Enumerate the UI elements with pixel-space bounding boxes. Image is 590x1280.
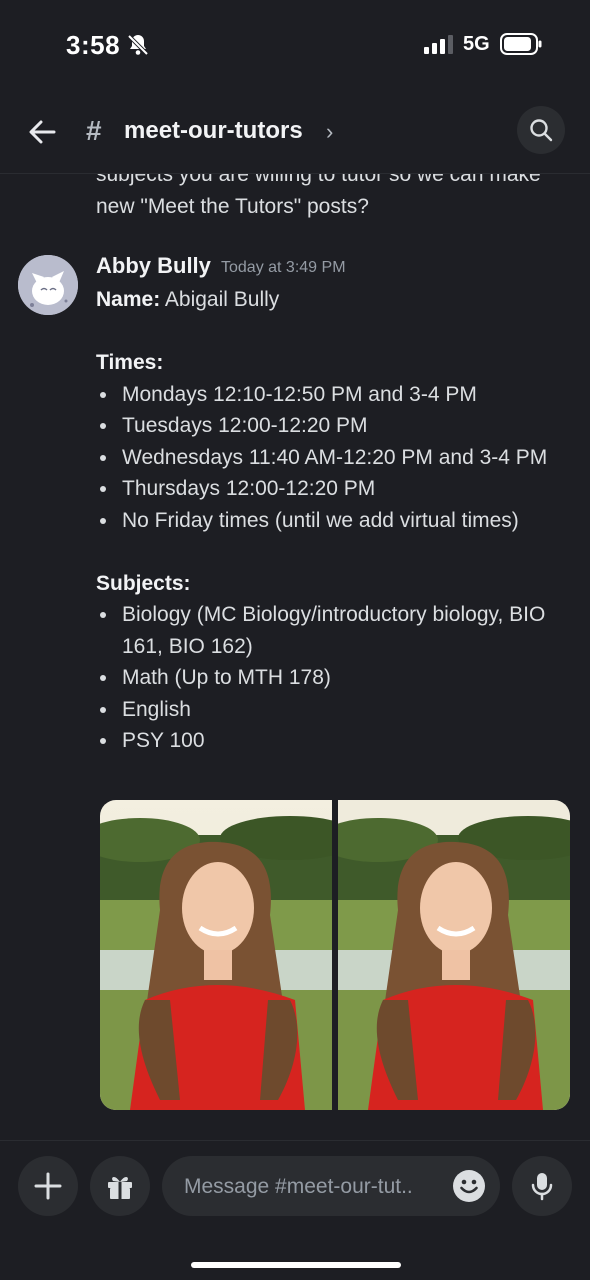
list-item: Thursdays 12:00-12:20 PM (96, 473, 576, 505)
list-item: PSY 100 (96, 725, 576, 757)
list-item: Math (Up to MTH 178) (96, 662, 576, 694)
bell-slash-icon (127, 34, 149, 56)
times-list: Mondays 12:10-12:50 PM and 3-4 PM Tuesda… (96, 379, 576, 537)
photo-attachment-1[interactable] (100, 800, 332, 1110)
gift-icon (108, 1176, 132, 1199)
gift-button[interactable] (90, 1156, 150, 1216)
times-label: Times: (96, 351, 164, 374)
emoji-icon[interactable] (452, 1169, 486, 1203)
back-arrow-icon[interactable] (26, 116, 58, 148)
search-icon (530, 119, 553, 142)
previous-message-text: subjects you are willing to tutor so we … (96, 174, 541, 218)
message-timestamp: Today at 3:49 PM (221, 259, 346, 276)
photo-attachment-2[interactable] (338, 800, 570, 1110)
plus-icon (34, 1172, 62, 1200)
channel-header: # meet-our-tutors › (0, 98, 590, 168)
voice-message-button[interactable] (512, 1156, 572, 1216)
message-body: Name: Abigail Bully Times: Mondays 12:10… (96, 284, 576, 757)
search-button[interactable] (517, 106, 565, 154)
battery-icon (500, 33, 542, 55)
list-item: Wednesdays 11:40 AM-12:20 PM and 3-4 PM (96, 442, 576, 474)
message-input-container[interactable] (162, 1156, 500, 1218)
list-item: Tuesdays 12:00-12:20 PM (96, 410, 576, 442)
list-item: No Friday times (until we add virtual ti… (96, 505, 576, 537)
microphone-icon (531, 1173, 553, 1201)
home-indicator[interactable] (191, 1262, 401, 1268)
composer-divider (0, 1140, 590, 1141)
network-type: 5G (463, 33, 490, 55)
list-item: Mondays 12:10-12:50 PM and 3-4 PM (96, 379, 576, 411)
status-time: 3:58 (66, 30, 121, 60)
status-bar: 3:58 5G (0, 0, 590, 90)
list-item: English (96, 694, 576, 726)
avatar-fox-image (18, 255, 78, 315)
signal-icon (424, 35, 453, 54)
name-line: Name: Abigail Bully (96, 284, 576, 316)
channel-name[interactable]: meet-our-tutors (124, 117, 303, 145)
name-value: Abigail Bully (160, 288, 280, 311)
message-author[interactable]: Abby Bully (96, 253, 211, 279)
avatar[interactable] (18, 255, 78, 315)
subjects-list: Biology (MC Biology/introductory biology… (96, 599, 576, 757)
chevron-right-icon[interactable]: › (326, 119, 333, 145)
previous-message: subjects you are willing to tutor so we … (0, 174, 590, 234)
subjects-label: Subjects: (96, 571, 191, 595)
list-item: Biology (MC Biology/introductory biology… (96, 599, 576, 662)
add-attachment-button[interactable] (18, 1156, 78, 1216)
channel-hash-icon: # (86, 115, 102, 146)
message-input[interactable] (182, 1156, 448, 1218)
name-label: Name: (96, 288, 161, 311)
